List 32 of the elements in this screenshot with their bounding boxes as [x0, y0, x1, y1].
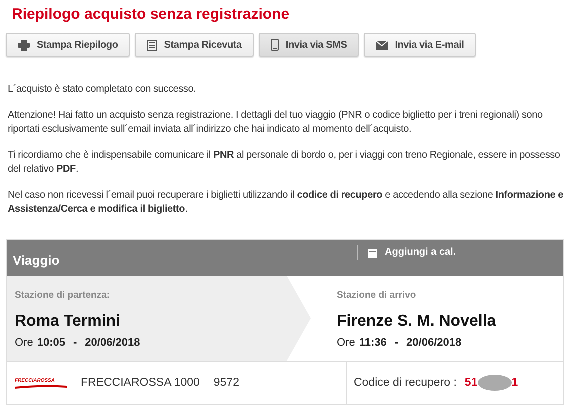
paragraph: Ti ricordiamo che è indispensabile comunicare il PNR al personale di bordo o, per i viaggi con treno Regionale, essere in possesso del relativo PDF.	[8, 150, 560, 175]
recovery-label: Codice di recupero :	[354, 377, 457, 389]
action-button[interactable]: Invia via SMS	[258, 33, 360, 57]
time-prefix: Ore	[337, 337, 356, 349]
train-number: 9572	[214, 377, 240, 389]
document-icon	[147, 40, 158, 50]
date-value: 20/06/2018	[85, 337, 140, 349]
station-name: Roma Termini	[15, 313, 122, 331]
time-value: 10:05	[37, 337, 66, 349]
recovery-code: 51	[464, 377, 478, 389]
phone-icon	[270, 39, 279, 51]
calendar-icon	[368, 248, 377, 258]
add-calendar-button[interactable]: Aggiungi a cal.	[357, 245, 456, 260]
separator: -	[394, 337, 399, 349]
recovery-code: 1	[512, 377, 518, 389]
paragraph: Nel caso non ricevessi l´email puoi recuperare i biglietti utilizzando il codice di recupero e accedendo alla sezione Informazione e Assistenza/Cerca e modifica il biglietto.	[8, 190, 564, 215]
time-prefix: Ore	[15, 337, 34, 349]
action-button[interactable]: Invia via E-mail	[364, 33, 476, 57]
date-value: 20/06/2018	[406, 337, 462, 349]
action-button[interactable]: Stampa Ricevuta	[135, 33, 254, 57]
mail-icon	[376, 40, 388, 50]
station-label: Stazione di arrivo	[337, 290, 418, 301]
page-title: Riepilogo acquisto senza registrazione	[12, 6, 291, 23]
time-value: 11:36	[359, 337, 387, 349]
paragraph: L´acquisto è stato completato con successo.	[8, 84, 196, 95]
train-name: FRECCIAROSSA 1000	[81, 377, 200, 389]
separator: -	[73, 337, 78, 349]
station-label: Stazione di partenza:	[15, 290, 112, 301]
paragraph: Attenzione! Hai fatto un acquisto senza registrazione. I dettagli del tuo viaggio (PNR o codice biglietto per i treni regionali) sono riportati esclusivamente sull´email inviata all´indirizzo che hai indicato al momento dell´acquisto.	[8, 110, 543, 135]
card-title: Viaggio	[12, 253, 61, 270]
station-name: Firenze S. M. Novella	[337, 313, 496, 331]
action-button[interactable]: Stampa Riepilogo	[6, 33, 130, 57]
